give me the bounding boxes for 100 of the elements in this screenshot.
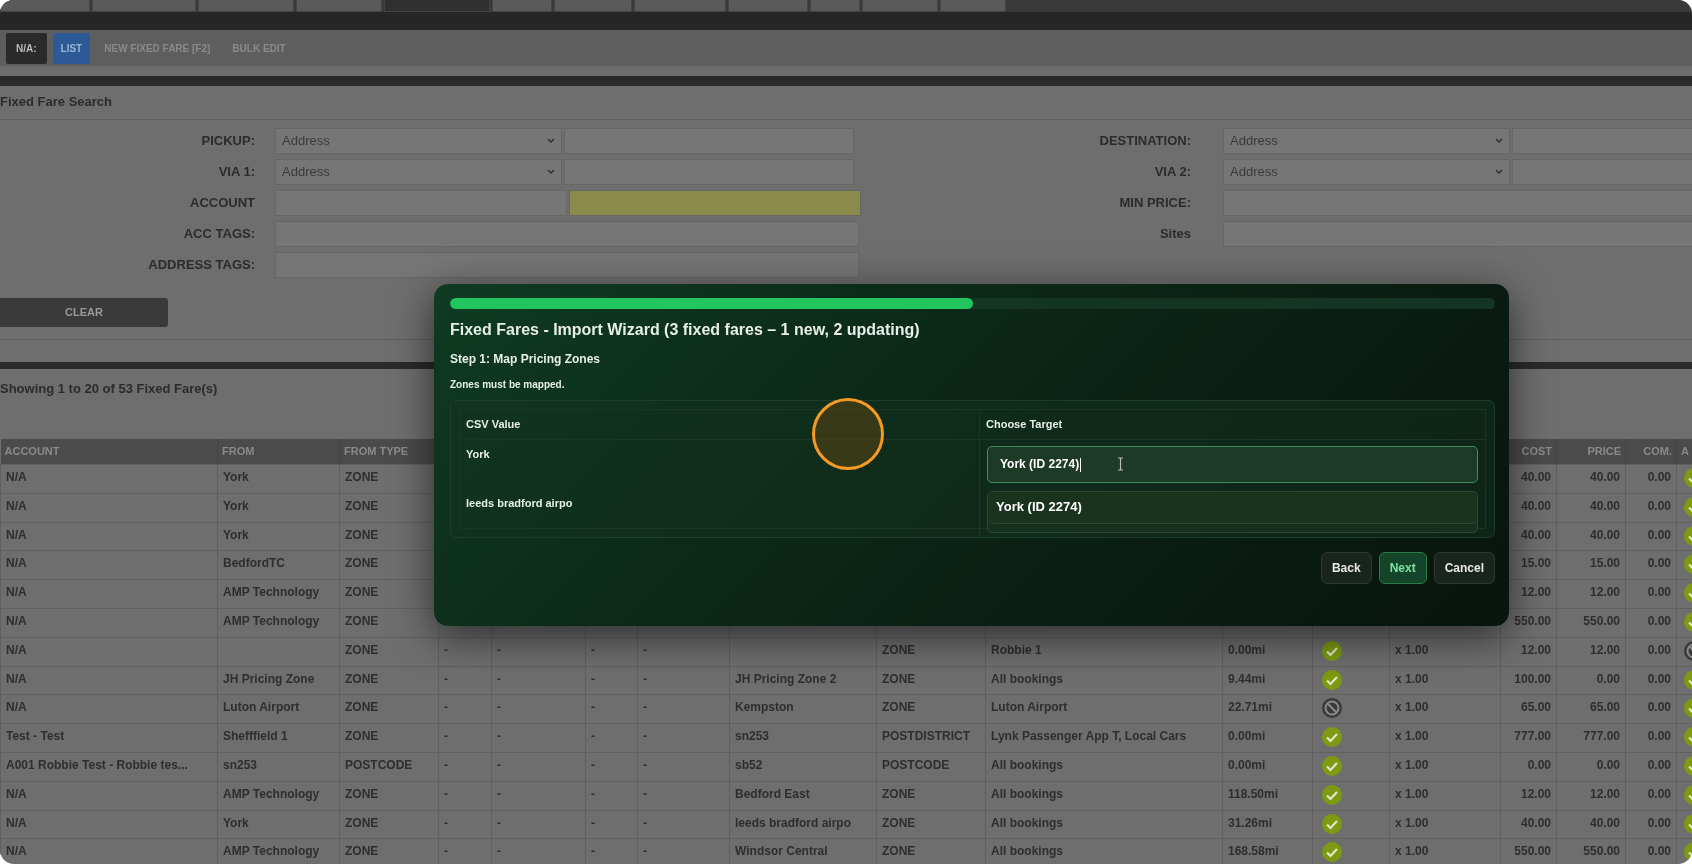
table-cell: x 1.00 xyxy=(1395,844,1429,859)
table-cell: 12.00 xyxy=(1589,585,1620,600)
table-cell: - xyxy=(444,671,448,686)
table-cell: All bookings xyxy=(991,757,1063,772)
table-cell: AMP Technology xyxy=(223,844,320,859)
table-cell: N/A xyxy=(6,470,27,484)
table-cell: ZONE xyxy=(345,671,379,686)
chevron-down-icon xyxy=(547,138,555,144)
select-field[interactable]: Address xyxy=(1223,159,1510,185)
select-field[interactable]: Address xyxy=(275,128,562,154)
table-cell: N/A xyxy=(6,527,27,542)
table-cell: POSTCODE xyxy=(882,757,950,772)
section-title: Fixed Fare Search xyxy=(0,86,1692,120)
dialog-button[interactable]: Back xyxy=(1320,552,1372,584)
table-cell: ZONE xyxy=(345,556,379,571)
column-header: ACCOUNT xyxy=(0,438,218,465)
table-cell: POSTCODE xyxy=(345,757,413,772)
table-cell: sn253 xyxy=(735,729,770,744)
table-cell: Luton Airport xyxy=(991,700,1068,715)
table-cell: All bookings xyxy=(991,786,1063,801)
table-cell: 100.00 xyxy=(1514,671,1551,686)
table-cell: - xyxy=(643,700,647,715)
table-cell: 22.71mi xyxy=(1228,700,1273,715)
table-cell: 40.00 xyxy=(1589,470,1620,484)
table-cell: 40.00 xyxy=(1520,498,1551,513)
table-cell: Test - Test xyxy=(6,729,65,744)
status-badge: N/A: xyxy=(6,32,47,64)
field-label: ACC TAGS: xyxy=(182,225,255,244)
table-cell: 12.00 xyxy=(1520,585,1551,600)
table-cell: 0.00 xyxy=(1647,498,1671,513)
table-cell: 0.00mi xyxy=(1228,642,1266,657)
table-cell: - xyxy=(444,815,448,830)
table-cell: AMP Technology xyxy=(223,786,320,801)
table-cell: 0.00 xyxy=(1647,815,1671,830)
table-cell: sb52 xyxy=(735,757,763,772)
table-cell: Lynk Passenger App T, Local Cars xyxy=(991,729,1187,744)
table-cell: 31.26mi xyxy=(1228,815,1273,830)
table-cell: York xyxy=(223,470,249,484)
table-cell: 0.00 xyxy=(1647,585,1671,600)
table-cell: - xyxy=(591,815,595,830)
table-cell: x 1.00 xyxy=(1395,729,1429,744)
text-field[interactable] xyxy=(569,190,861,216)
dialog-button[interactable]: Cancel xyxy=(1433,552,1495,584)
table-cell: 0.00 xyxy=(1647,786,1671,801)
table-cell: - xyxy=(444,729,448,744)
table-cell: 0.00 xyxy=(1647,844,1671,859)
table-cell: N/A xyxy=(6,671,27,686)
table-cell: N/A xyxy=(6,498,27,513)
table-cell: 65.00 xyxy=(1520,700,1551,715)
table-cell: All bookings xyxy=(991,815,1063,830)
table-cell: 40.00 xyxy=(1589,815,1620,830)
table-cell: 0.00 xyxy=(1527,757,1551,772)
chevron-down-icon xyxy=(1495,138,1503,144)
toolbar-button[interactable]: LIST xyxy=(52,32,91,64)
table-cell: 65.00 xyxy=(1589,700,1620,715)
table-cell: N/A xyxy=(6,556,27,571)
field-label: DESTINATION: xyxy=(1098,132,1191,151)
table-cell: 0.00 xyxy=(1596,671,1620,686)
menu-tab[interactable] xyxy=(0,0,90,12)
table-cell: AMP Technology xyxy=(223,614,320,628)
table-cell: JH Pricing Zone 2 xyxy=(735,671,837,686)
validation-note: Zones must be mapped. xyxy=(450,378,566,392)
text-field[interactable] xyxy=(275,252,859,278)
table-cell: All bookings xyxy=(991,671,1063,686)
table-cell: N/A xyxy=(6,642,27,657)
select-field[interactable]: Address xyxy=(1223,128,1510,154)
csv-value: leeds bradford airpo xyxy=(466,496,573,509)
table-cell: x 1.00 xyxy=(1395,671,1429,686)
table-cell: Robbie 1 xyxy=(991,642,1042,657)
table-cell: ZONE xyxy=(345,786,379,801)
table-cell: - xyxy=(444,642,448,657)
table-cell: 40.00 xyxy=(1589,527,1620,542)
table-cell: N/A xyxy=(6,585,27,600)
table-cell: x 1.00 xyxy=(1395,757,1429,772)
table-cell: - xyxy=(643,642,647,657)
table-cell: - xyxy=(591,729,595,744)
table-cell: 777.00 xyxy=(1583,729,1620,744)
table-cell: 118.50mi xyxy=(1228,786,1279,801)
table-cell: - xyxy=(497,844,501,859)
table-cell: - xyxy=(497,671,501,686)
select-field[interactable]: Address xyxy=(275,159,562,185)
chevron-down-icon xyxy=(1495,169,1503,175)
table-cell: - xyxy=(444,757,448,772)
table-cell: 550.00 xyxy=(1514,614,1551,628)
table-cell: ZONE xyxy=(882,815,916,830)
table-cell: - xyxy=(643,757,647,772)
dialog-button[interactable]: Next xyxy=(1378,552,1427,584)
table-cell: - xyxy=(497,786,501,801)
table-cell: 12.00 xyxy=(1520,642,1551,657)
clear-button[interactable]: CLEAR xyxy=(0,297,168,327)
field-label: ADDRESS TAGS: xyxy=(147,256,255,275)
table-cell: 0.00mi xyxy=(1228,757,1266,772)
table-cell: 0.00 xyxy=(1647,642,1671,657)
table-cell: - xyxy=(643,844,647,859)
table-cell: 168.58mi xyxy=(1228,844,1279,859)
table-cell: x 1.00 xyxy=(1395,700,1429,715)
target-input-field[interactable]: York (ID 2274) xyxy=(987,445,1478,483)
table-cell: - xyxy=(497,642,501,657)
table-cell: sn253 xyxy=(223,757,258,772)
table-cell: 9.44mi xyxy=(1228,671,1266,686)
